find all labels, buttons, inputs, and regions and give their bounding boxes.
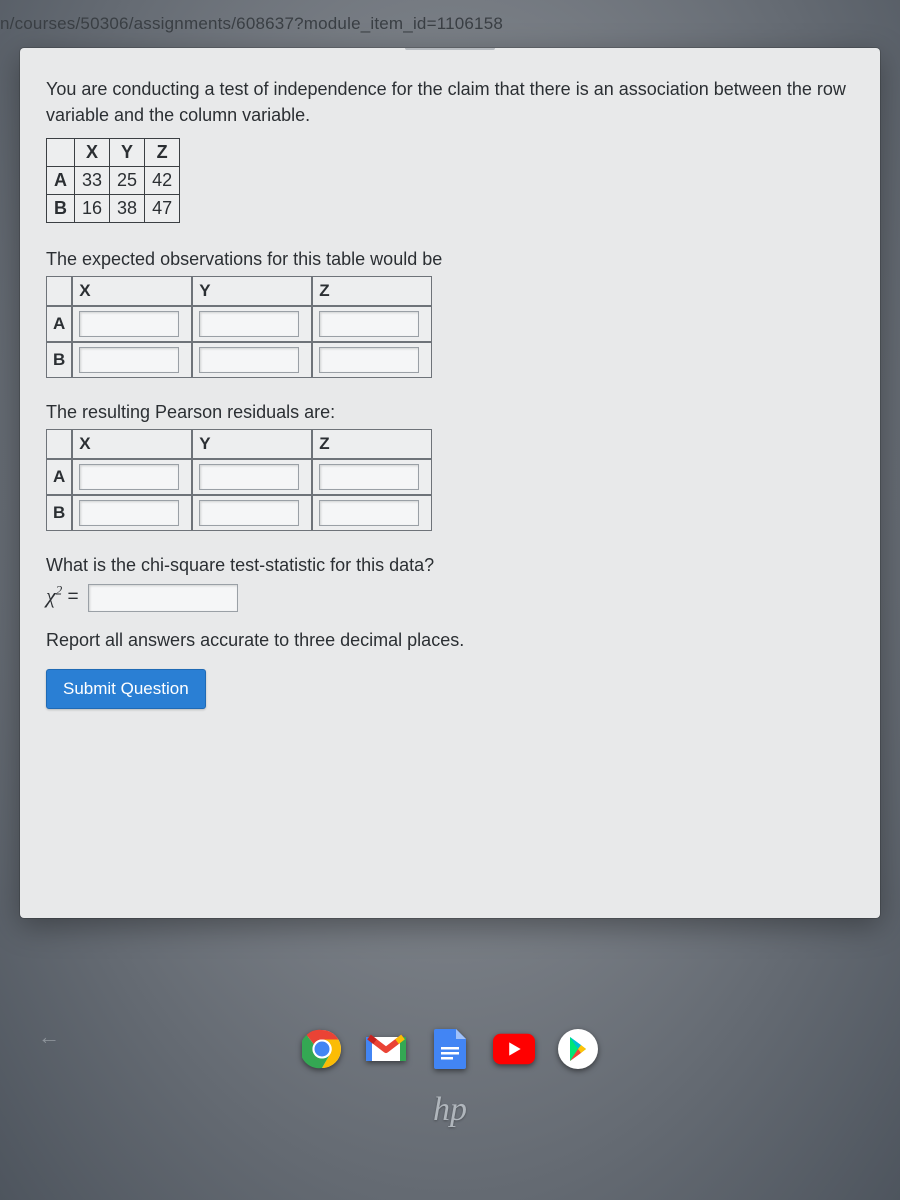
corner-cell xyxy=(46,429,72,459)
row-header: B xyxy=(46,495,72,531)
corner-cell xyxy=(47,139,75,167)
chi-row: χ2 = xyxy=(46,582,854,611)
chi-question: What is the chi-square test-statistic fo… xyxy=(46,555,854,576)
col-header: Z xyxy=(312,429,432,459)
table-cell: 16 xyxy=(75,195,110,223)
taskbar xyxy=(301,1028,599,1070)
col-header: X xyxy=(72,429,192,459)
expected-table: X Y Z A B xyxy=(46,276,432,378)
residual-input-b-x[interactable] xyxy=(79,500,179,526)
residual-input-a-x[interactable] xyxy=(79,464,179,490)
youtube-icon[interactable] xyxy=(493,1028,535,1070)
chrome-icon[interactable] xyxy=(301,1028,343,1070)
play-store-icon[interactable] xyxy=(557,1028,599,1070)
hp-logo: hp xyxy=(415,1075,485,1145)
col-header: X xyxy=(75,139,110,167)
row-header: B xyxy=(47,195,75,223)
residual-input-a-y[interactable] xyxy=(199,464,299,490)
row-header: A xyxy=(46,459,72,495)
gmail-icon[interactable] xyxy=(365,1028,407,1070)
chi-equals: = xyxy=(62,587,84,608)
question-card: You are conducting a test of independenc… xyxy=(20,48,880,918)
expected-input-b-y[interactable] xyxy=(199,347,299,373)
corner-cell xyxy=(46,276,72,306)
residual-input-b-z[interactable] xyxy=(319,500,419,526)
row-header: A xyxy=(46,306,72,342)
residual-input-a-z[interactable] xyxy=(319,464,419,490)
chi-symbol: χ2 xyxy=(46,583,62,608)
docs-icon[interactable] xyxy=(429,1028,471,1070)
expected-input-b-x[interactable] xyxy=(79,347,179,373)
submit-button[interactable]: Submit Question xyxy=(46,669,206,709)
expected-label: The expected observations for this table… xyxy=(46,249,854,270)
table-cell: 47 xyxy=(145,195,180,223)
col-header: Z xyxy=(312,276,432,306)
observed-table: X Y Z A 33 25 42 B 16 38 47 xyxy=(46,138,180,223)
drag-handle xyxy=(405,48,495,50)
table-cell: 25 xyxy=(110,167,145,195)
expected-input-a-y[interactable] xyxy=(199,311,299,337)
row-header: A xyxy=(47,167,75,195)
residual-input-b-y[interactable] xyxy=(199,500,299,526)
table-cell: 42 xyxy=(145,167,180,195)
expected-input-a-z[interactable] xyxy=(319,311,419,337)
residuals-table: X Y Z A B xyxy=(46,429,432,531)
table-cell: 33 xyxy=(75,167,110,195)
table-cell: 38 xyxy=(110,195,145,223)
back-arrow-icon[interactable]: ← xyxy=(38,1024,60,1050)
col-header: Y xyxy=(192,276,312,306)
row-header: B xyxy=(46,342,72,378)
col-header: X xyxy=(72,276,192,306)
residuals-label: The resulting Pearson residuals are: xyxy=(46,402,854,423)
col-header: Y xyxy=(192,429,312,459)
expected-input-a-x[interactable] xyxy=(79,311,179,337)
col-header: Z xyxy=(145,139,180,167)
url-bar: n/courses/50306/assignments/608637?modul… xyxy=(0,0,900,48)
accuracy-note: Report all answers accurate to three dec… xyxy=(46,630,854,651)
chi-square-input[interactable] xyxy=(88,584,238,612)
question-intro: You are conducting a test of independenc… xyxy=(46,76,854,128)
col-header: Y xyxy=(110,139,145,167)
expected-input-b-z[interactable] xyxy=(319,347,419,373)
